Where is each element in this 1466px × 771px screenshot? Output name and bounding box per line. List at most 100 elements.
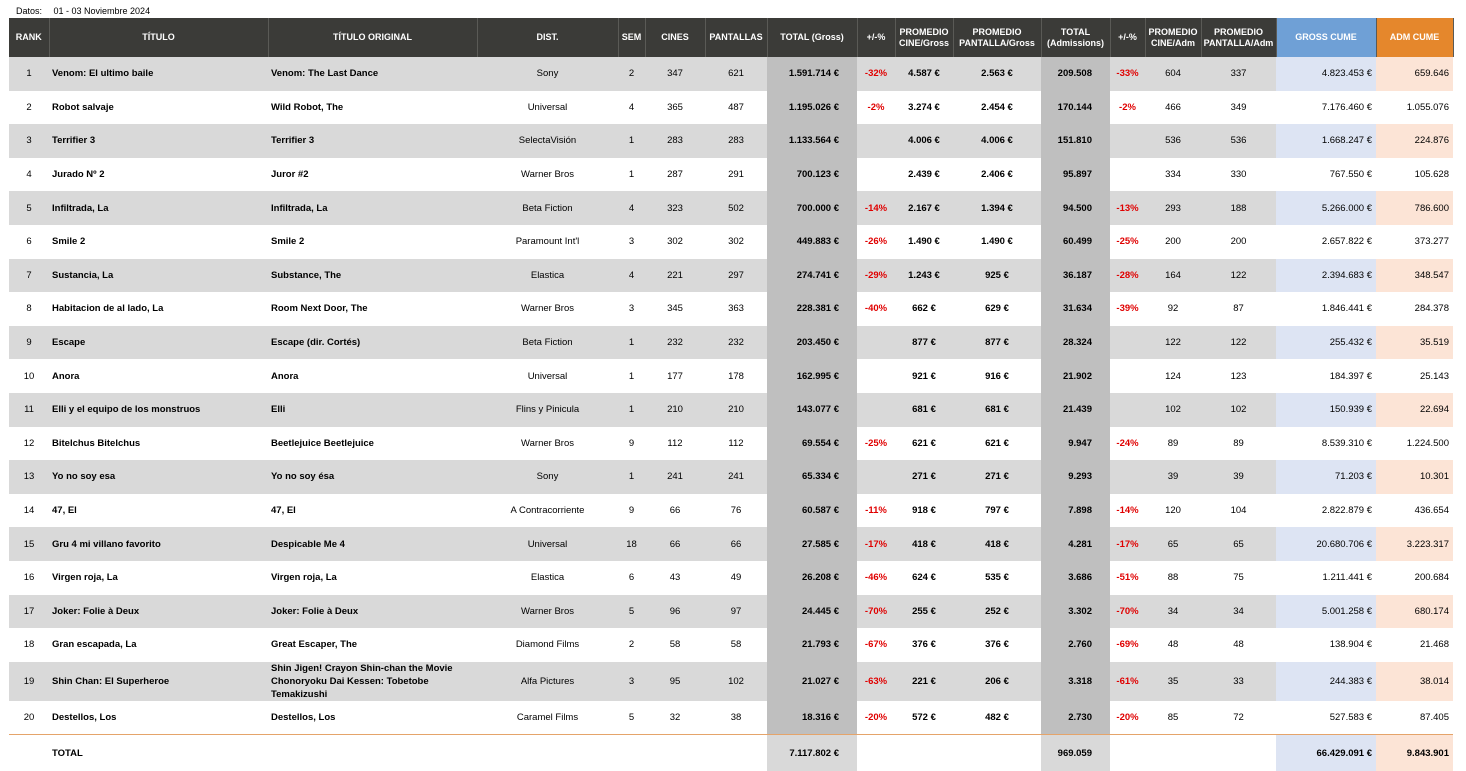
total-admissions-cell: 2.730 [1041,700,1110,735]
title-cell: Robot salvaje [49,90,268,125]
title-cell: Venom: El ultimo baile [49,57,268,91]
title-cell: Bitelchus Bitelchus [49,426,268,461]
admissions-change-cell [1110,460,1145,494]
original-title-cell: Elli [268,392,477,427]
adm-cume-cell: 348.547 [1376,258,1453,293]
table-row: 3 Terrifier 3 Terrifier 3 SelectaVisión 1 283… [9,124,1453,158]
weeks-cell: 9 [618,493,645,528]
total-empty-cell [645,734,705,771]
distributor-cell: Warner Bros [477,426,618,461]
total-admissions-cell: 3.302 [1041,594,1110,629]
original-title-cell: 47, El [268,493,477,528]
avg-cinema-gross-cell: 4.587 € [895,57,953,91]
avg-screen-adm-cell: 122 [1201,325,1276,360]
screens-cell: 49 [705,560,767,595]
gross-cume-cell: 2.822.879 € [1276,493,1376,528]
gross-cume-cell: 255.432 € [1276,325,1376,360]
total-empty-cell [1145,734,1201,771]
total-gross-cell: 162.995 € [767,359,857,393]
date-range: Datos: 01 - 03 Noviembre 2024 [16,6,150,16]
total-empty-cell [1201,734,1276,771]
avg-screen-adm-cell: 188 [1201,191,1276,225]
gross-change-cell [857,460,895,494]
gross-change-cell: -67% [857,628,895,662]
original-title-cell: Room Next Door, The [268,292,477,326]
total-gross-cell: 700.123 € [767,157,857,192]
original-title-cell: Destellos, Los [268,700,477,735]
weeks-cell: 2 [618,628,645,662]
weeks-cell: 5 [618,594,645,629]
col-gross-cume: GROSS CUME [1276,18,1377,57]
avg-screen-adm-cell: 337 [1201,57,1276,91]
col-prom-pant-gross: PROMEDIO PANTALLA/Gross [953,18,1042,57]
avg-cinema-adm-cell: 200 [1145,224,1201,259]
weeks-cell: 9 [618,426,645,461]
gross-change-cell: -46% [857,560,895,595]
original-title-cell: Shin Jigen! Crayon Shin-chan the Movie C… [268,661,477,701]
avg-cinema-adm-cell: 164 [1145,258,1201,293]
col-prom-pant-adm: PROMEDIO PANTALLA/Adm [1201,18,1277,57]
avg-cinema-gross-cell: 376 € [895,628,953,662]
cinemas-cell: 241 [645,460,705,494]
admissions-change-cell: -28% [1110,258,1145,293]
title-cell: Virgen roja, La [49,560,268,595]
avg-cinema-adm-cell: 604 [1145,57,1201,91]
avg-screen-adm-cell: 33 [1201,661,1276,701]
date-label: Datos: [16,6,43,16]
avg-screen-adm-cell: 87 [1201,292,1276,326]
avg-screen-gross-cell: 1.490 € [953,224,1041,259]
avg-screen-adm-cell: 102 [1201,392,1276,427]
avg-screen-adm-cell: 39 [1201,460,1276,494]
distributor-cell: Alfa Pictures [477,661,618,701]
admissions-change-cell: -33% [1110,57,1145,91]
total-gross-cell: 21.027 € [767,661,857,701]
avg-screen-adm-cell: 89 [1201,426,1276,461]
gross-cume-cell: 5.001.258 € [1276,594,1376,629]
gross-cume-cell: 150.939 € [1276,392,1376,427]
avg-cinema-adm-cell: 293 [1145,191,1201,225]
avg-screen-gross-cell: 925 € [953,258,1041,293]
title-cell: Escape [49,325,268,360]
screens-cell: 76 [705,493,767,528]
cinemas-cell: 283 [645,124,705,158]
table-row: 8 Habitacion de al lado, La Room Next Door… [9,292,1453,326]
total-row: TOTAL 7.117.802 € 969.059 66.429.091 €9.843… [9,734,1453,771]
date-value: 01 - 03 Noviembre 2024 [53,6,151,16]
rank-cell: 19 [9,661,49,701]
rank-cell: 14 [9,493,49,528]
avg-screen-adm-cell: 330 [1201,157,1276,192]
table-row: 7 Sustancia, La Substance, The Elastica 4 221… [9,258,1453,293]
total-gross-cell: 69.554 € [767,426,857,461]
admissions-change-cell: -13% [1110,191,1145,225]
box-office-report: Datos: 01 - 03 Noviembre 2024 RANK TÍTUL… [0,0,1466,771]
col-original: TÍTULO ORIGINAL [268,18,478,57]
avg-screen-gross-cell: 1.394 € [953,191,1041,225]
total-gross-cell: 18.316 € [767,700,857,735]
title-cell: Smile 2 [49,224,268,259]
avg-cinema-gross-cell: 221 € [895,661,953,701]
col-pct-adm: +/-% [1110,18,1146,57]
avg-cinema-gross-cell: 2.439 € [895,157,953,192]
admissions-change-cell: -14% [1110,493,1145,528]
avg-cinema-gross-cell: 418 € [895,527,953,561]
avg-screen-adm-cell: 536 [1201,124,1276,158]
adm-cume-cell: 436.654 [1376,493,1453,528]
gross-cume-cell: 527.583 € [1276,700,1376,735]
col-adm-cume: ADM CUME [1376,18,1454,57]
gross-cume-cell: 244.383 € [1276,661,1376,701]
gross-change-cell: -20% [857,700,895,735]
screens-cell: 210 [705,392,767,427]
gross-cume-cell: 71.203 € [1276,460,1376,494]
avg-screen-gross-cell: 797 € [953,493,1041,528]
rank-cell: 11 [9,392,49,427]
cinemas-cell: 287 [645,157,705,192]
avg-cinema-adm-cell: 65 [1145,527,1201,561]
weeks-cell: 6 [618,560,645,595]
gross-cume-cell: 184.397 € [1276,359,1376,393]
gross-change-cell [857,157,895,192]
gross-cume-cell: 767.550 € [1276,157,1376,192]
total-admissions-cell: 3.686 [1041,560,1110,595]
total-gross-cell: 1.591.714 € [767,57,857,91]
rank-cell: 20 [9,700,49,735]
gross-change-cell: -63% [857,661,895,701]
